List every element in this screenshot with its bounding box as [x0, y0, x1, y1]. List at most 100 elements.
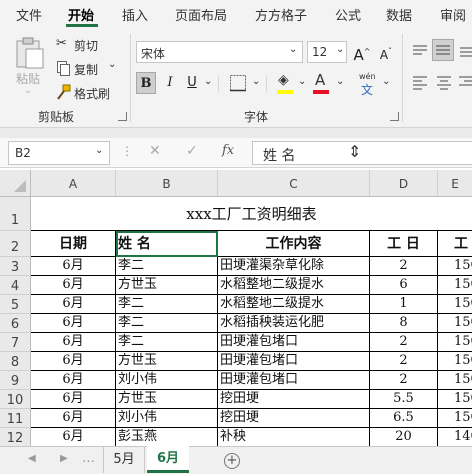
tab-data[interactable]: 数据 [386, 5, 412, 24]
clipboard-launcher-icon[interactable] [118, 112, 127, 121]
header-cell-date[interactable]: 日期 [31, 231, 116, 257]
cell-name[interactable]: 刘小伟 [116, 409, 218, 428]
bold-button[interactable]: B [136, 72, 156, 94]
cell-date[interactable]: 6月 [31, 295, 116, 314]
cell-name[interactable]: 方世玉 [116, 276, 218, 295]
cell-e[interactable]: 150 [438, 409, 472, 428]
cell-date[interactable]: 6月 [31, 257, 116, 276]
cell-days[interactable]: 8 [370, 314, 438, 333]
underline-button[interactable]: U [182, 72, 202, 94]
format-painter-button[interactable]: 格式刷 [56, 84, 120, 102]
cell-work[interactable]: 水稻整地二级提水 [218, 276, 370, 295]
cell-work[interactable]: 补秧 [218, 428, 370, 446]
cell-e[interactable]: 140 [438, 428, 472, 446]
cell-e[interactable]: 150 [438, 371, 472, 390]
cell-date[interactable]: 6月 [31, 352, 116, 371]
row-header[interactable]: 5 [0, 295, 31, 314]
header-cell-days[interactable]: 工 日 [370, 231, 438, 257]
chevron-down-icon[interactable]: ⌄ [382, 76, 390, 87]
row-header[interactable]: 4 [0, 276, 31, 295]
cell-name[interactable]: 方世玉 [116, 352, 218, 371]
cell-work[interactable]: 水稻插秧装运化肥 [218, 314, 370, 333]
sheet-tab-may[interactable]: 5月 [103, 447, 145, 473]
header-cell-work[interactable]: 工作内容 [218, 231, 370, 257]
cell-days[interactable]: 2 [370, 352, 438, 371]
cell-name[interactable]: 方世玉 [116, 390, 218, 409]
row-header[interactable]: 7 [0, 333, 31, 352]
grow-font-button[interactable]: A^ [352, 41, 372, 64]
cell-days[interactable]: 20 [370, 428, 438, 446]
name-box[interactable]: B2 ⌄ [8, 141, 110, 165]
cell-days[interactable]: 6 [370, 276, 438, 295]
chevron-down-icon[interactable]: ⌄ [336, 76, 344, 87]
font-launcher-icon[interactable] [390, 112, 399, 121]
cell-e[interactable]: 150 [438, 390, 472, 409]
cell-e[interactable]: 150 [438, 276, 472, 295]
align-top-icon[interactable] [410, 42, 430, 60]
header-cell-name-selected[interactable]: 姓 名 [116, 231, 218, 257]
phonetic-button[interactable]: wén 文 [356, 72, 382, 97]
cell-work[interactable]: 田埂灌包堵口 [218, 352, 370, 371]
align-right-icon[interactable] [458, 74, 472, 92]
cell-work[interactable]: 水稻整地二级提水 [218, 295, 370, 314]
row-header[interactable]: 8 [0, 352, 31, 371]
borders-icon[interactable] [228, 73, 248, 93]
scroll-right-icon[interactable]: ▶ [60, 453, 68, 464]
cell-e[interactable]: 150 [438, 295, 472, 314]
shrink-font-button[interactable]: Aˇ [376, 41, 396, 63]
align-center-icon[interactable] [434, 74, 454, 92]
column-header-d[interactable]: D [370, 170, 438, 197]
cut-button[interactable]: ✂ 剪切 [56, 36, 116, 54]
font-name-select[interactable]: 宋体 ⌄ [136, 41, 303, 63]
cell-name[interactable]: 李二 [116, 295, 218, 314]
cell-name[interactable]: 李二 [116, 257, 218, 276]
cell-days[interactable]: 2 [370, 371, 438, 390]
italic-button[interactable]: I [160, 72, 180, 94]
cell-e[interactable]: 150 [438, 257, 472, 276]
cell-name[interactable]: 刘小伟 [116, 371, 218, 390]
align-middle-button[interactable] [432, 39, 454, 61]
add-sheet-icon[interactable]: + [224, 453, 240, 469]
column-header-a[interactable]: A [31, 170, 116, 197]
cell-work[interactable]: 田埂灌包堵口 [218, 333, 370, 352]
cell-date[interactable]: 6月 [31, 276, 116, 295]
cell-days[interactable]: 5.5 [370, 390, 438, 409]
row-header[interactable]: 2 [0, 231, 31, 257]
align-bottom-icon[interactable] [458, 42, 472, 60]
row-header[interactable]: 11 [0, 409, 31, 428]
copy-button[interactable]: 复制 ⌄ [56, 59, 120, 78]
cell-work[interactable]: 挖田埂 [218, 390, 370, 409]
row-header[interactable]: 3 [0, 257, 31, 276]
header-cell-e[interactable]: 工 [438, 231, 472, 257]
cell-work[interactable]: 田埂灌渠杂草化除 [218, 257, 370, 276]
column-header-e[interactable]: E [438, 170, 472, 197]
fill-color-button[interactable]: ◈ [276, 72, 296, 96]
tab-review[interactable]: 审阅 [440, 5, 466, 24]
insert-function-icon[interactable]: fx [222, 143, 234, 158]
row-header[interactable]: 6 [0, 314, 31, 333]
table-title[interactable]: xxx工厂工资明细表 [31, 197, 472, 231]
cell-e[interactable]: 150 [438, 333, 472, 352]
cell-days[interactable]: 2 [370, 257, 438, 276]
font-color-button[interactable]: A [312, 71, 332, 96]
align-left-icon[interactable] [410, 74, 430, 92]
tab-home[interactable]: 开始 [68, 5, 94, 24]
cell-name[interactable]: 李二 [116, 333, 218, 352]
cell-date[interactable]: 6月 [31, 390, 116, 409]
font-size-select[interactable]: 12 ⌄ [307, 41, 347, 63]
cell-days[interactable]: 6.5 [370, 409, 438, 428]
row-header[interactable]: 9 [0, 371, 31, 390]
tab-formulas[interactable]: 公式 [335, 5, 361, 24]
cell-name[interactable]: 彭玉燕 [116, 428, 218, 446]
cell-date[interactable]: 6月 [31, 314, 116, 333]
cell-date[interactable]: 6月 [31, 428, 116, 446]
cell-work[interactable]: 田埂灌包堵口 [218, 371, 370, 390]
cell-e[interactable]: 150 [438, 352, 472, 371]
column-header-b[interactable]: B [116, 170, 218, 197]
cell-date[interactable]: 6月 [31, 371, 116, 390]
cell-name[interactable]: 李二 [116, 314, 218, 333]
cell-days[interactable]: 1 [370, 295, 438, 314]
chevron-down-icon[interactable]: ⌄ [252, 76, 260, 87]
cell-date[interactable]: 6月 [31, 409, 116, 428]
enter-icon[interactable]: ✓ [186, 143, 198, 159]
